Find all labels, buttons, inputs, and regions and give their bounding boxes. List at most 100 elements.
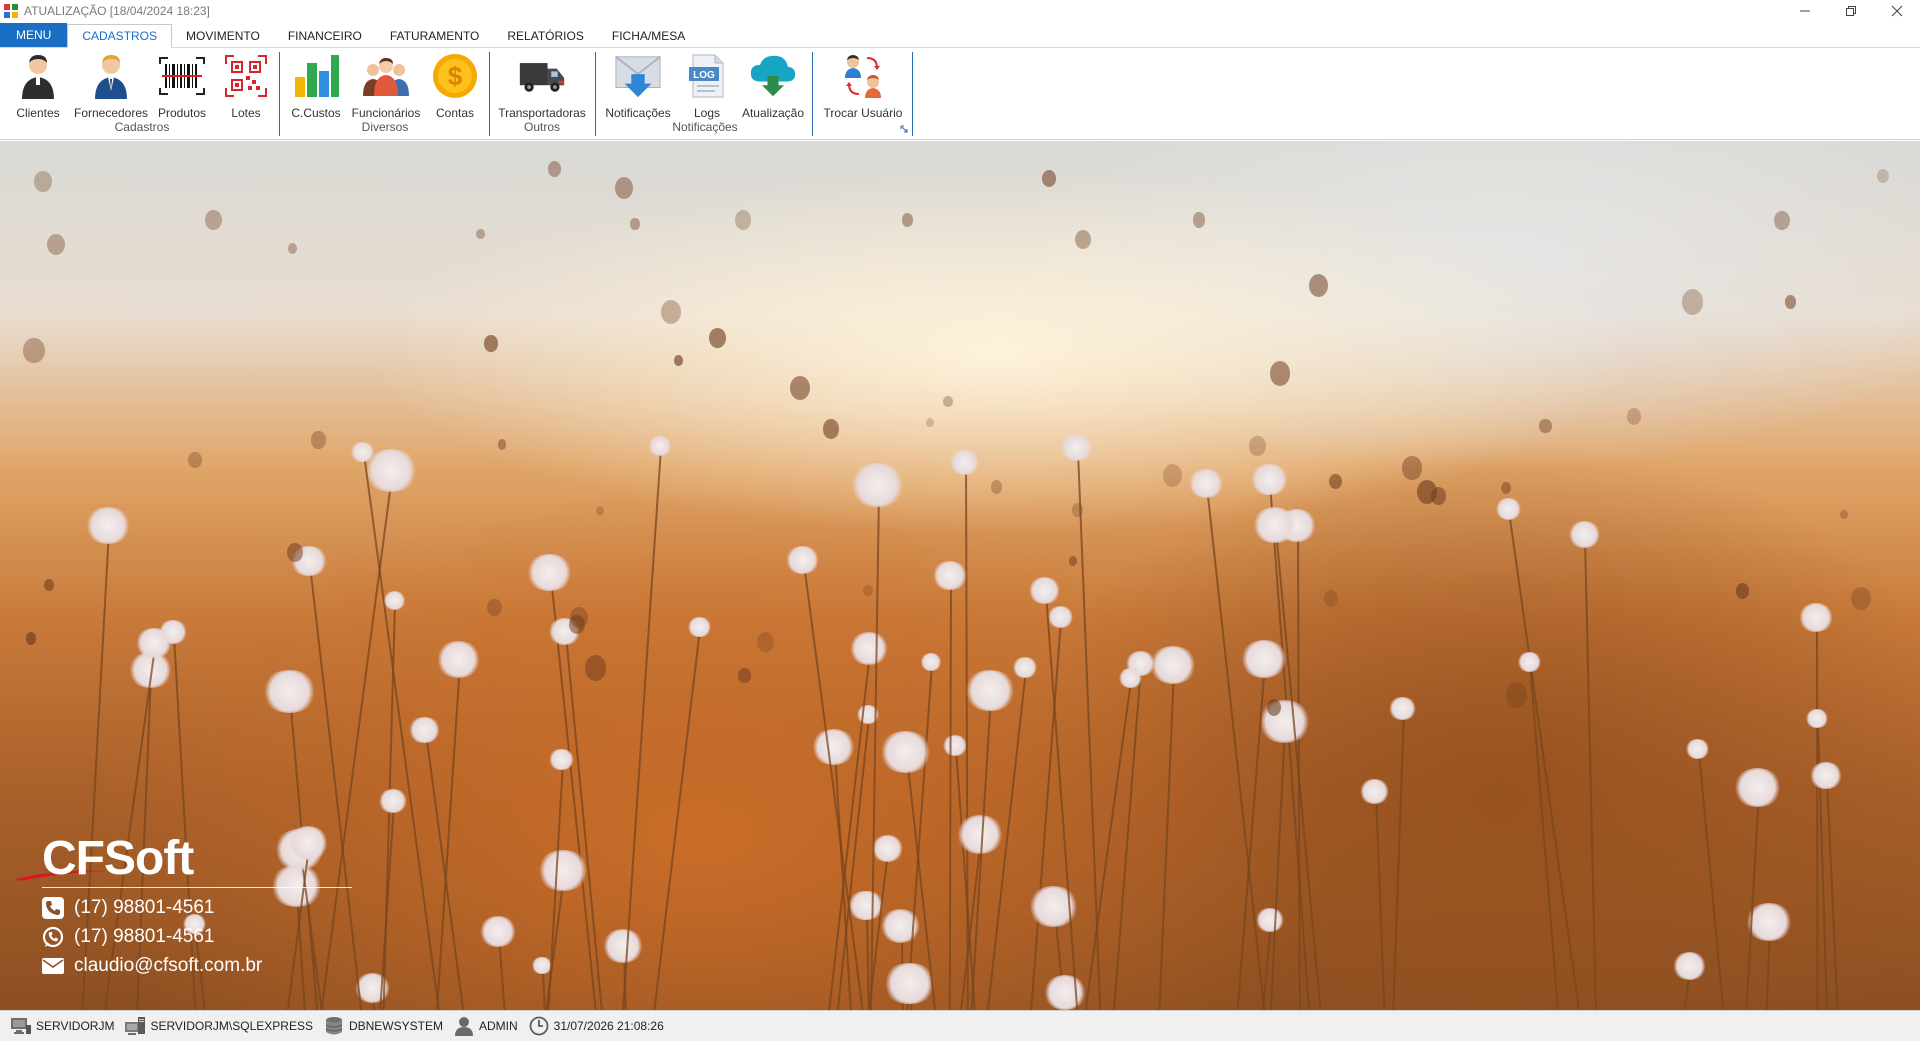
flower-bud <box>1068 556 1077 567</box>
flower-head <box>537 850 589 892</box>
flower-head <box>1249 463 1289 496</box>
group-title-cadastros: Cadastros <box>114 120 170 134</box>
window-title: ATUALIZAÇÃO [18/04/2024 18:23] <box>24 4 210 18</box>
notificacoes-button[interactable]: Notificações <box>604 52 672 120</box>
tab-ficha-mesa[interactable]: FICHA/MESA <box>598 24 699 47</box>
tab-relatorios[interactable]: RELATÓRIOS <box>493 24 597 47</box>
flower-bud <box>311 431 326 449</box>
flower-stem <box>541 967 546 1010</box>
flower-head <box>548 748 575 770</box>
fornecedores-label: Fornecedores <box>73 106 149 120</box>
funcionarios-button[interactable]: Funcionários <box>350 52 422 120</box>
flower-bud <box>47 233 66 256</box>
app-icon <box>4 4 18 18</box>
whatsapp-number: (17) 98801-4561 <box>74 926 215 947</box>
flower-head <box>1042 975 1087 1010</box>
cloud-update-icon <box>749 52 797 100</box>
flower-bud <box>1328 473 1342 490</box>
flower-bud <box>734 209 752 230</box>
flower-head <box>350 441 376 462</box>
tab-movimento[interactable]: MOVIMENTO <box>172 24 274 47</box>
status-instance: SERVIDORJM\SQLEXPRESS <box>124 1015 313 1037</box>
trocar-usuario-label: Trocar Usuário <box>823 106 903 120</box>
flower-head <box>84 507 131 545</box>
flower-stem <box>1508 511 1582 1010</box>
flower-head <box>1149 645 1198 685</box>
flower-bud <box>43 579 54 591</box>
user-icon <box>453 1015 475 1037</box>
flower-bud <box>1500 481 1511 495</box>
flower-head <box>648 436 673 456</box>
restore-button[interactable] <box>1828 0 1874 22</box>
group-separator <box>812 52 813 136</box>
tab-menu[interactable]: MENU <box>0 23 68 47</box>
flower-bud <box>1539 418 1552 434</box>
flower-bud <box>1309 273 1328 297</box>
group-separator <box>595 52 596 136</box>
atualizacao-label: Atualização <box>741 106 805 120</box>
flower-stem <box>1234 663 1267 1010</box>
contact-email: claudio@cfsoft.com.br <box>42 955 262 977</box>
flower-stem <box>1374 794 1386 1010</box>
flower-bud <box>901 212 914 227</box>
status-bar: SERVIDORJM SERVIDORJM\SQLEXPRESS DBNEWSY… <box>0 1010 1920 1041</box>
client-person-icon <box>14 52 62 100</box>
flower-bud <box>1269 361 1291 386</box>
tab-cadastros[interactable]: CADASTROS <box>67 24 173 48</box>
fornecedores-button[interactable]: Fornecedores <box>74 52 148 120</box>
atualizacao-button[interactable]: Atualização <box>740 52 806 120</box>
database-icon <box>323 1015 345 1037</box>
flower-head <box>785 546 821 575</box>
flower-bud <box>1430 487 1446 506</box>
flower-bud <box>487 598 502 616</box>
flower-head <box>1805 709 1829 728</box>
flower-head <box>687 617 712 637</box>
funcionarios-label: Funcionários <box>351 106 421 120</box>
produtos-button[interactable]: Produtos <box>156 52 208 120</box>
flower-bud <box>926 417 935 428</box>
flower-bud <box>1877 168 1890 184</box>
status-user: ADMIN <box>453 1015 518 1037</box>
group-separator <box>912 52 913 136</box>
flower-head <box>408 716 441 743</box>
notificacoes-label: Notificações <box>605 106 671 120</box>
minimize-button[interactable] <box>1782 0 1828 22</box>
flower-head <box>1027 577 1062 605</box>
status-instance-label: SERVIDORJM\SQLEXPRESS <box>150 1019 313 1033</box>
flower-stem <box>1815 621 1819 1010</box>
group-title-diversos: Diversos <box>361 120 409 134</box>
flower-bud <box>630 218 640 230</box>
logo-text: CFSoft <box>42 832 194 885</box>
lotes-button[interactable]: Lotes <box>222 52 270 120</box>
flower-head <box>932 561 968 590</box>
flower-bud <box>584 655 606 681</box>
flower-bud <box>1839 509 1848 520</box>
logs-button[interactable]: LOG Logs <box>684 52 730 120</box>
flower-bud <box>1681 289 1704 316</box>
flower-stem <box>948 579 952 1010</box>
restore-icon <box>1846 6 1856 16</box>
ccustos-button[interactable]: C.Custos <box>290 52 342 120</box>
produtos-label: Produtos <box>157 106 207 120</box>
flower-head <box>1516 651 1542 672</box>
clientes-button[interactable]: Clientes <box>14 52 62 120</box>
group-launcher-icon[interactable] <box>900 125 908 133</box>
email-address: claudio@cfsoft.com.br <box>74 955 263 976</box>
contas-button[interactable]: $ Contas <box>430 52 480 120</box>
trocar-usuario-button[interactable]: Trocar Usuário <box>822 52 904 120</box>
flower-head <box>883 962 936 1005</box>
qrcode-icon <box>222 52 270 100</box>
flower-bud <box>709 328 727 349</box>
cfsoft-logo: CFSoft <box>16 831 280 891</box>
flower-head <box>1258 700 1311 743</box>
flower-stem <box>308 564 364 1010</box>
flower-head <box>1809 762 1843 789</box>
group-title-notificacoes: Notificações <box>672 120 738 134</box>
flower-bud <box>1249 436 1266 456</box>
tab-faturamento[interactable]: FATURAMENTO <box>376 24 494 47</box>
transportadoras-button[interactable]: Transportadoras <box>498 52 586 120</box>
status-datetime: 31/07/2026 21:08:26 <box>528 1015 664 1037</box>
close-button[interactable] <box>1874 0 1920 22</box>
flower-bud <box>615 177 634 199</box>
tab-financeiro[interactable]: FINANCEIRO <box>274 24 376 47</box>
